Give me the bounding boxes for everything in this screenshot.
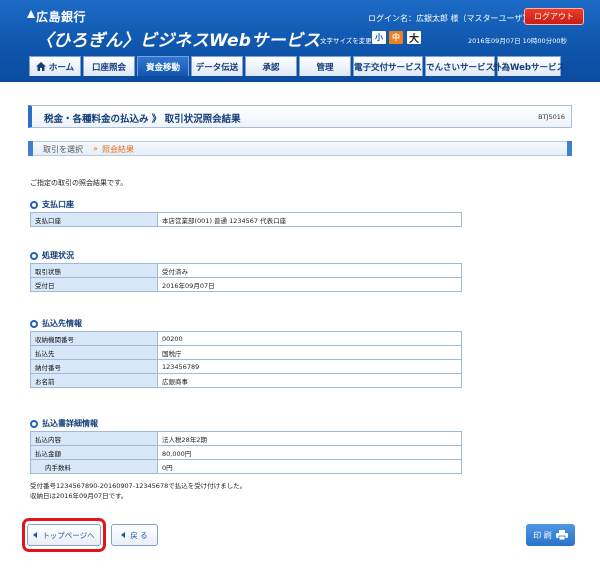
table-label: 取引状態 <box>30 263 158 278</box>
step-indicator: 取引を選択 » 照会結果 <box>28 141 572 156</box>
section-title-text: 処理状況 <box>42 251 74 260</box>
table-label: 払込金額 <box>30 445 158 460</box>
table-label: 支払口座 <box>30 212 158 227</box>
bank-name: 広島銀行 <box>36 10 87 24</box>
service-name: 〈ひろぎん〉ビジネスWebサービス <box>36 31 321 51</box>
left-arrow-icon <box>121 532 126 538</box>
section-title-payee: 払込先情報 <box>30 318 82 329</box>
table-label: お名前 <box>30 373 158 388</box>
table-row: 払込金額 80,000円 <box>30 445 462 460</box>
nav-tab-account-inquiry[interactable]: 口座照会 <box>83 56 135 76</box>
button-label: トップページへ <box>42 530 95 540</box>
font-size-small-button[interactable]: 小 <box>372 31 386 44</box>
bank-logo-icon <box>27 10 35 18</box>
note-line: 収納日は2016年09月07日です。 <box>30 492 128 500</box>
table-label: 払込内容 <box>30 431 158 446</box>
app-header: 広島銀行 〈ひろぎん〉ビジネスWebサービス ログイン名：広銀太郎 様（マスター… <box>0 0 600 82</box>
payee-table: 収納機関番号 00200 払込先 国税庁 納付番号 123456789 お名前 … <box>30 331 462 388</box>
printer-icon <box>555 530 568 540</box>
section-title-detail: 払込書詳細情報 <box>30 418 98 429</box>
section-title-text: 払込先情報 <box>42 319 82 328</box>
home-icon <box>35 62 46 71</box>
section-bullet-icon <box>30 251 38 260</box>
nav-tab-fund-transfer[interactable]: 資金移動 <box>137 56 189 76</box>
status-table: 取引状態 受付済み 受付日 2016年09月07日 <box>30 263 462 292</box>
nav-tab-electronic-delivery[interactable]: 電子交付サービス <box>353 56 423 76</box>
table-row: お名前 広銀商事 <box>30 373 462 388</box>
font-size-medium-button[interactable]: 中 <box>389 31 403 44</box>
back-button[interactable]: 戻 る <box>111 524 158 546</box>
nav-tab-label: ホーム <box>48 62 75 73</box>
section-title-text: 支払口座 <box>42 200 74 209</box>
section-title-status: 処理状況 <box>30 250 74 261</box>
table-row: 収納機関番号 00200 <box>30 331 462 346</box>
table-row: 支払口座 本店営業部(001) 普通 1234567 代表口座 <box>30 212 462 227</box>
table-label: 受付日 <box>30 277 158 292</box>
table-label: 払込先 <box>30 345 158 360</box>
table-row: 払込先 国税庁 <box>30 345 462 360</box>
step-bar-cap-right <box>567 141 572 156</box>
table-value: 国税庁 <box>157 345 462 360</box>
step-inquiry-result: 照会結果 <box>102 145 134 154</box>
step-separator: » <box>93 144 98 153</box>
section-bullet-icon <box>30 319 38 328</box>
account-table: 支払口座 本店営業部(001) 普通 1234567 代表口座 <box>30 212 462 227</box>
nav-tab-approval[interactable]: 承認 <box>245 56 297 76</box>
table-row: 納付番号 123456789 <box>30 359 462 374</box>
table-row: 受付日 2016年09月07日 <box>30 277 462 292</box>
result-notes: 受付番号1234567890-20160907-12345678で払込を受け付け… <box>30 481 246 501</box>
section-title-text: 払込書詳細情報 <box>42 419 98 428</box>
nav-tab-home[interactable]: ホーム <box>29 56 81 76</box>
current-datetime: 2016年09月07日 10時00分00秒 <box>468 37 567 45</box>
table-value: 広銀商事 <box>157 373 462 388</box>
table-value: 法人税28年2期 <box>157 431 462 446</box>
intro-text: ご指定の取引の照会結果です。 <box>30 179 128 187</box>
section-title-account: 支払口座 <box>30 199 74 210</box>
button-label: 戻 る <box>130 530 148 540</box>
table-value: 123456789 <box>157 359 462 374</box>
table-label: 納付番号 <box>30 359 158 374</box>
button-label: 印 刷 <box>533 530 552 540</box>
nav-tab-forex[interactable]: 外為Webサービス <box>493 56 565 76</box>
table-value: 00200 <box>157 331 462 346</box>
section-bullet-icon <box>30 200 38 209</box>
nav-tab-management[interactable]: 管理 <box>299 56 351 76</box>
left-arrow-icon <box>33 532 38 538</box>
table-value: 80,000円 <box>157 445 462 460</box>
table-row: 取引状態 受付済み <box>30 263 462 278</box>
logout-button[interactable]: ログアウト <box>524 8 584 25</box>
screen-code: BTJS016 <box>538 113 565 121</box>
note-line: 受付番号1234567890-20160907-12345678で払込を受け付け… <box>30 482 247 490</box>
bank-logo[interactable]: 広島銀行 〈ひろぎん〉ビジネスWebサービス <box>36 8 320 51</box>
table-value: 本店営業部(001) 普通 1234567 代表口座 <box>157 212 462 227</box>
login-user-info: ログイン名：広銀太郎 様（マスターユーザ） <box>368 14 531 23</box>
page-title-bar: 税金・各種料金の払込み 》 取引状況照会結果 BTJS016 <box>28 105 572 128</box>
table-label: 内手数料 <box>30 459 158 474</box>
table-value: 受付済み <box>157 263 462 278</box>
page-title: 税金・各種料金の払込み 》 取引状況照会結果 <box>44 114 241 125</box>
table-label: 収納機関番号 <box>30 331 158 346</box>
section-bullet-icon <box>30 419 38 428</box>
print-button[interactable]: 印 刷 <box>526 524 575 546</box>
step-bar-cap-left <box>28 141 33 156</box>
nav-tab-densai[interactable]: でんさいサービス <box>425 56 495 76</box>
detail-table: 払込内容 法人税28年2期 払込金額 80,000円 内手数料 0円 <box>30 431 462 474</box>
top-page-button[interactable]: トップページへ <box>27 524 101 546</box>
table-row: 内手数料 0円 <box>30 459 462 474</box>
table-row: 払込内容 法人税28年2期 <box>30 431 462 446</box>
table-value: 0円 <box>157 459 462 474</box>
font-size-large-button[interactable]: 大 <box>407 31 421 45</box>
table-value: 2016年09月07日 <box>157 277 462 292</box>
step-select-transaction: 取引を選択 <box>43 145 83 154</box>
nav-tab-data-transmission[interactable]: データ伝送 <box>191 56 243 76</box>
font-size-label: 文字サイズを変更 <box>320 37 372 45</box>
main-nav: ホーム 口座照会 資金移動 データ伝送 承認 管理 電子交付サービス でんさいサ… <box>29 56 571 76</box>
